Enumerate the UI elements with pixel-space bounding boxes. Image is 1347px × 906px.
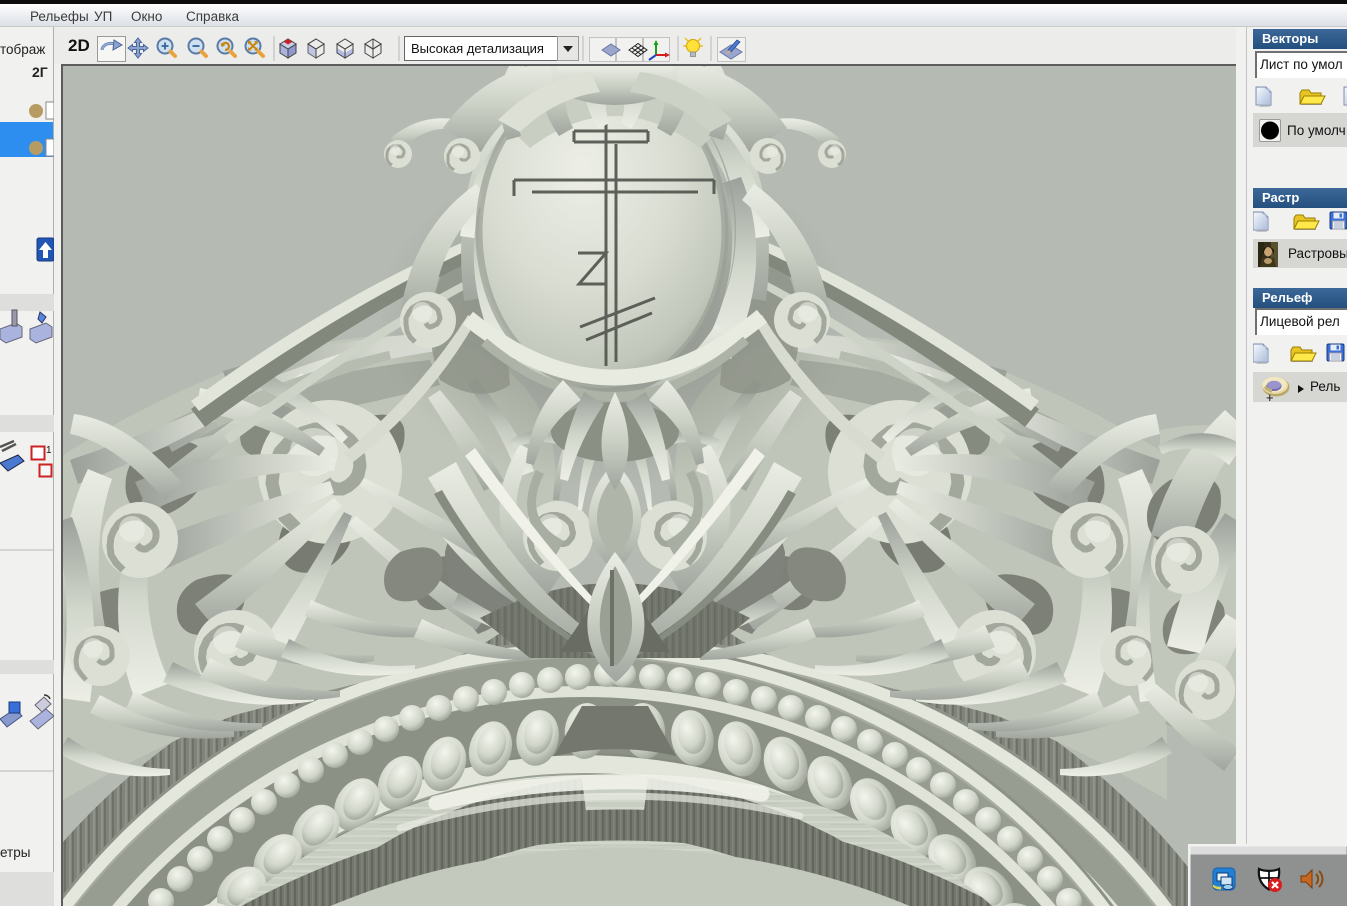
- svg-text:1: 1: [46, 445, 52, 456]
- svg-text:+: +: [1266, 390, 1274, 405]
